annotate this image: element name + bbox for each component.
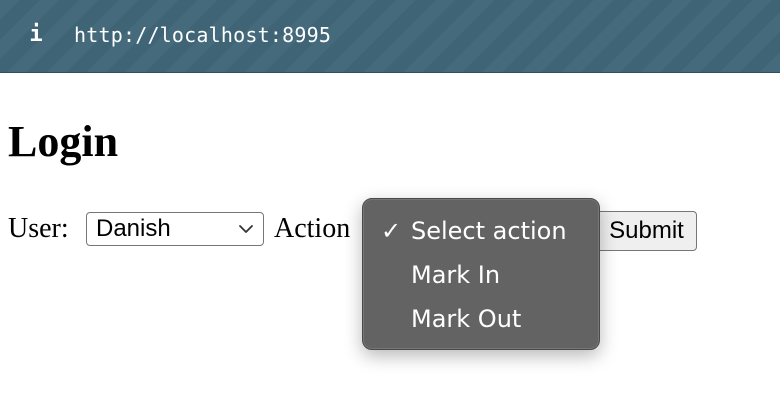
action-option-mark-out[interactable]: Mark Out (363, 299, 599, 339)
user-label: User: (8, 213, 69, 244)
action-option-select-action[interactable]: ✓ Select action (363, 211, 599, 251)
action-option-label: Mark In (411, 261, 501, 289)
user-select[interactable]: Danish (86, 212, 264, 246)
checkmark-icon: ✓ (381, 217, 402, 245)
browser-url-bar: i http://localhost:8995 (0, 0, 780, 73)
page-title: Login (8, 117, 119, 166)
action-label: Action (274, 213, 351, 244)
url-text[interactable]: http://localhost:8995 (74, 20, 331, 50)
action-option-label: Select action (411, 217, 567, 245)
submit-button[interactable]: Submit (596, 211, 697, 251)
action-dropdown-menu[interactable]: ✓ Select action Mark In Mark Out (362, 198, 600, 350)
action-option-mark-in[interactable]: Mark In (363, 255, 599, 295)
info-icon[interactable]: i (28, 20, 44, 50)
chevron-down-icon (239, 225, 253, 233)
user-select-value: Danish (96, 215, 171, 242)
action-option-label: Mark Out (411, 305, 522, 333)
